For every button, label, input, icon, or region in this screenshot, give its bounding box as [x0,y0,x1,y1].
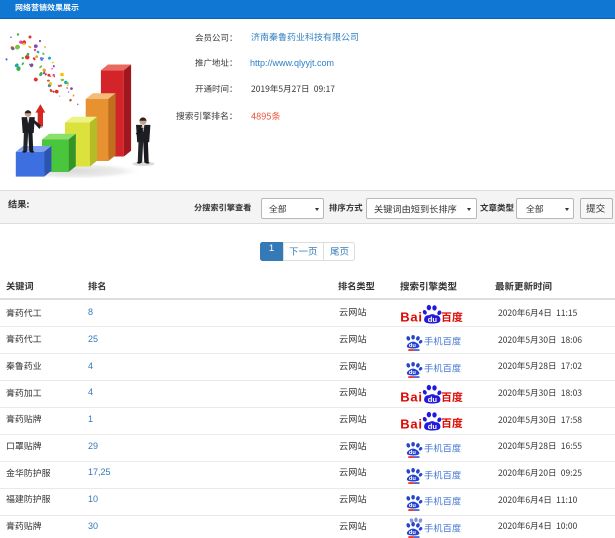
svg-text:du: du [409,476,417,482]
svg-text:Bai: Bai [400,416,423,431]
svg-text:du: du [428,395,438,404]
svg-text:du: du [409,503,417,509]
svg-text:Bai: Bai [400,390,423,405]
svg-text:du: du [409,370,417,376]
svg-text:du: du [409,530,417,536]
svg-text:du: du [409,343,417,349]
svg-text:du: du [409,450,417,456]
svg-text:du: du [428,315,438,324]
svg-text:du: du [428,422,438,431]
svg-text:Bai: Bai [400,310,423,325]
